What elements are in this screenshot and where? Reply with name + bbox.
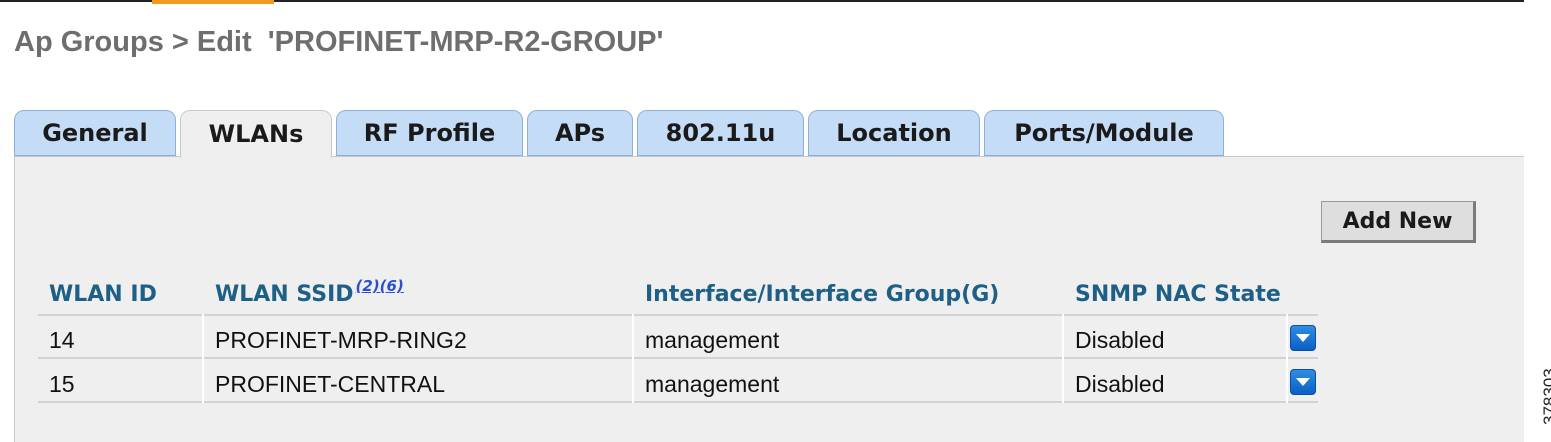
cell-wlan-id: 15 (49, 371, 75, 397)
header-divider (38, 314, 1318, 316)
cell-wlan-ssid: PROFINET-CENTRAL (215, 371, 446, 397)
tab-802-11u[interactable]: 802.11u (637, 110, 804, 156)
tab-wlans[interactable]: WLANs (180, 110, 332, 158)
chevron-down-icon (1296, 378, 1310, 386)
column-header-wlan-id: WLAN ID (49, 282, 157, 307)
column-separator (632, 314, 634, 403)
cell-interface: management (645, 371, 780, 397)
column-separator (202, 314, 204, 403)
ssid-footnote-links[interactable]: (2)(6) (356, 277, 404, 295)
cell-wlan-ssid: PROFINET-MRP-RING2 (215, 327, 467, 353)
column-separator (1286, 314, 1288, 403)
page-title: Ap Groups > Edit 'PROFINET-MRP-R2-GROUP' (14, 26, 664, 58)
add-new-button[interactable]: Add New (1321, 201, 1476, 243)
column-separator (1062, 314, 1064, 403)
tab-general[interactable]: General (14, 110, 176, 156)
active-menu-indicator (152, 0, 274, 4)
tab-bar: General WLANs RF Profile APs 802.11u Loc… (14, 110, 1224, 158)
cell-snmp-nac-state: Disabled (1075, 371, 1165, 397)
column-header-snmp-nac-state: SNMP NAC State (1075, 282, 1281, 307)
tab-location[interactable]: Location (808, 110, 980, 156)
cell-wlan-id: 14 (49, 327, 75, 353)
row-menu-button[interactable] (1290, 369, 1316, 395)
row-divider (38, 357, 1318, 359)
cell-interface: management (645, 327, 780, 353)
tab-ports-module[interactable]: Ports/Module (984, 110, 1224, 156)
cell-snmp-nac-state: Disabled (1075, 327, 1165, 353)
figure-id-label: 378303 (1540, 368, 1551, 425)
wlan-ssid-header-label: WLAN SSID (215, 282, 354, 307)
chevron-down-icon (1296, 334, 1310, 342)
tab-rf-profile[interactable]: RF Profile (336, 110, 523, 156)
tab-aps[interactable]: APs (527, 110, 633, 156)
row-divider (38, 401, 1318, 403)
column-header-wlan-ssid: WLAN SSID (2)(6) (215, 277, 404, 307)
row-menu-button[interactable] (1290, 325, 1316, 351)
column-header-interface: Interface/Interface Group(G) (645, 282, 1000, 307)
